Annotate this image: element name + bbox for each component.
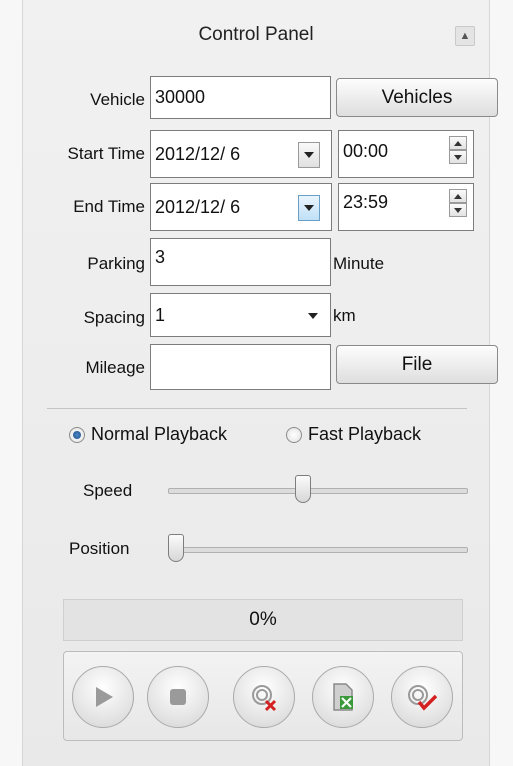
parking-label: Parking	[87, 254, 145, 273]
spacing-unit: km	[333, 306, 356, 325]
playback-controls	[63, 651, 463, 741]
file-button[interactable]: File	[336, 345, 498, 384]
progress-bar: 0%	[63, 599, 463, 641]
vehicle-input[interactable]: 30000	[150, 76, 331, 119]
spin-down-button[interactable]	[449, 203, 467, 217]
speed-label: Speed	[83, 481, 133, 500]
section-divider	[47, 408, 467, 409]
normal-playback-radio[interactable]: Normal Playback	[69, 424, 227, 445]
spacing-select[interactable]: 1	[150, 293, 331, 337]
arrow-down-icon	[454, 207, 462, 213]
normal-playback-label: Normal Playback	[91, 424, 228, 444]
progress-text: 0%	[249, 609, 277, 630]
confirm-track-button[interactable]	[391, 666, 453, 728]
parking-input[interactable]: 3	[150, 238, 331, 286]
stop-button[interactable]	[147, 666, 209, 728]
position-label: Position	[69, 539, 130, 558]
position-slider-thumb[interactable]	[168, 534, 184, 562]
panel-title: Control Panel	[198, 24, 314, 45]
start-date-dropdown-button[interactable]	[298, 142, 320, 168]
export-icon	[333, 683, 353, 711]
export-button[interactable]	[312, 666, 374, 728]
clear-track-button[interactable]	[233, 666, 295, 728]
radio-unselected-icon	[286, 426, 302, 443]
control-panel: Control Panel ▲ Vehicle 30000 Vehicles S…	[22, 0, 498, 766]
collapse-button[interactable]: ▲	[455, 26, 475, 46]
start-date-value: 2012/12/ 6	[155, 143, 241, 164]
spacing-label: Spacing	[83, 308, 145, 327]
mileage-label: Mileage	[85, 358, 145, 377]
start-clock-spinner[interactable]	[449, 136, 467, 164]
spin-up-button[interactable]	[449, 136, 467, 150]
start-clock-value: 00:00	[343, 141, 389, 161]
position-slider-track[interactable]	[168, 547, 468, 553]
radio-selected-icon	[69, 426, 85, 443]
mileage-input[interactable]	[150, 344, 331, 390]
play-icon	[96, 687, 113, 707]
arrow-up-icon	[454, 140, 462, 146]
speed-slider-thumb[interactable]	[294, 475, 311, 503]
end-date-dropdown-button[interactable]	[298, 195, 320, 221]
confirm-track-icon	[408, 685, 438, 711]
start-time-label: Start Time	[67, 144, 145, 163]
end-date-value: 2012/12/ 6	[155, 196, 241, 217]
spin-up-button[interactable]	[449, 189, 467, 203]
arrow-down-icon	[454, 154, 462, 160]
vehicles-button[interactable]: Vehicles	[336, 78, 498, 117]
end-clock-value: 23:59	[343, 192, 389, 212]
arrow-up-icon	[454, 193, 462, 199]
spacing-value: 1	[155, 304, 166, 325]
chevron-down-icon	[304, 152, 314, 158]
spin-down-button[interactable]	[449, 150, 467, 164]
end-time-label: End Time	[73, 197, 145, 216]
fast-playback-label: Fast Playback	[308, 424, 422, 444]
chevron-down-icon[interactable]	[308, 313, 318, 319]
parking-unit: Minute	[333, 254, 385, 273]
end-clock-spinner[interactable]	[449, 189, 467, 217]
speed-slider-track[interactable]	[168, 488, 468, 494]
clear-track-icon	[252, 685, 277, 712]
chevron-down-icon	[304, 205, 314, 211]
stop-icon	[170, 689, 186, 705]
fast-playback-radio[interactable]: Fast Playback	[286, 424, 421, 445]
vehicle-label: Vehicle	[90, 90, 145, 109]
play-button[interactable]	[72, 666, 134, 728]
